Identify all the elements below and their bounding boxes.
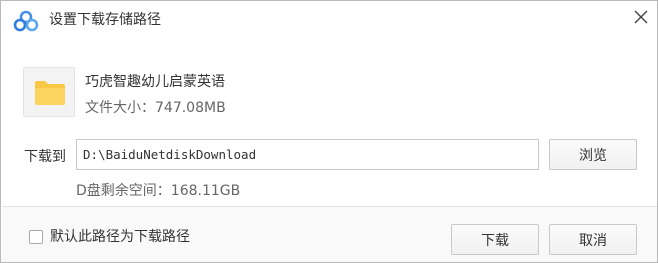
file-size: 文件大小：747.08MB (85, 99, 226, 117)
file-size-label: 文件大小： (85, 100, 155, 116)
default-path-label[interactable]: 默认此路径为下载路径 (50, 228, 190, 246)
download-to-label: 下载到 (24, 149, 66, 165)
file-size-value: 747.08MB (155, 100, 226, 116)
free-space-info: D盘剩余空间：168.11GB (76, 182, 240, 200)
download-button[interactable]: 下载 (451, 224, 539, 255)
cancel-button[interactable]: 取消 (549, 224, 637, 255)
free-space-value: 168.11GB (170, 183, 241, 199)
default-path-checkbox[interactable] (29, 230, 43, 244)
baidu-netdisk-icon (12, 10, 40, 32)
folder-icon (23, 67, 75, 117)
browse-button[interactable]: 浏览 (549, 139, 637, 170)
download-path-input[interactable] (76, 139, 539, 170)
download-path-dialog: 设置下载存储路径 巧虎智趣幼儿启蒙英语 文件大小：747.08MB 下载到 浏览… (0, 0, 658, 263)
close-icon[interactable] (629, 5, 653, 29)
file-name: 巧虎智趣幼儿启蒙英语 (85, 74, 225, 90)
title-bar: 设置下载存储路径 (1, 1, 657, 39)
free-space-label: D盘剩余空间： (76, 183, 171, 199)
dialog-title: 设置下载存储路径 (49, 12, 161, 28)
